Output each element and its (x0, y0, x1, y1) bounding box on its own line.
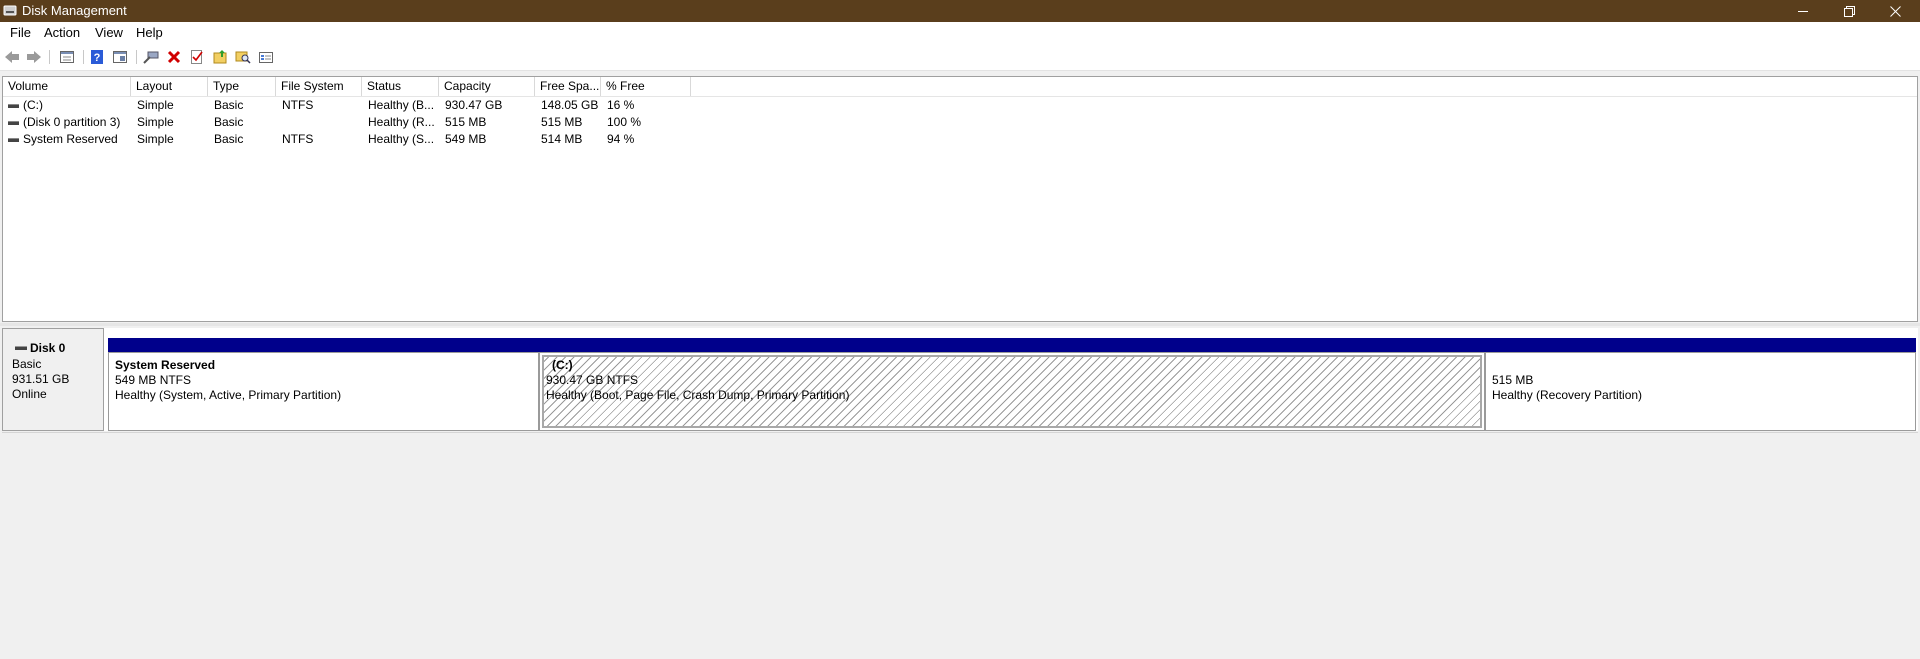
cell-capacity: 515 MB (445, 115, 487, 129)
column-header-percent-free[interactable]: % Free (601, 77, 691, 96)
column-header-type[interactable]: Type (208, 77, 276, 96)
partition-header-bar (1485, 338, 1916, 352)
forward-icon[interactable] (26, 49, 42, 65)
list-view-icon[interactable] (59, 49, 75, 65)
cell-type: Basic (214, 115, 244, 129)
toolbar-separator (136, 50, 137, 64)
cell-capacity: 549 MB (445, 132, 487, 146)
properties-icon[interactable] (112, 49, 128, 65)
toolbar: ? (0, 44, 1920, 71)
disk-graphical-view: Disk 0 Basic 931.51 GB Online System Res… (2, 328, 1918, 431)
cell-file-system: NTFS (282, 98, 314, 112)
cell-layout: Simple (137, 132, 174, 146)
disk-0-label[interactable]: Disk 0 Basic 931.51 GB Online (2, 328, 104, 431)
cell-status: Healthy (B... (368, 98, 435, 112)
partition-title: System Reserved (115, 358, 216, 372)
volume-list-header: Volume Layout Type File System Status Ca… (3, 77, 1917, 97)
menu-action[interactable]: Action (44, 26, 80, 40)
disk-name: Disk 0 (30, 341, 66, 355)
partition-system-reserved[interactable]: System Reserved 549 MB NTFS Healthy (Sys… (108, 338, 539, 431)
cell-status: Healthy (S... (368, 132, 435, 146)
check-icon[interactable] (189, 49, 205, 65)
window-title: Disk Management (22, 3, 127, 18)
disk-state: Online (12, 387, 47, 401)
cell-file-system (276, 114, 362, 131)
column-header-file-system[interactable]: File System (276, 77, 362, 96)
help-icon[interactable]: ? (89, 49, 105, 65)
disk-type: Basic (12, 357, 42, 371)
toolbar-separator (83, 50, 84, 64)
cell-layout: Simple (137, 115, 174, 129)
settings-panel-icon[interactable] (258, 49, 274, 65)
partition-recovery[interactable]: 515 MB Healthy (Recovery Partition) (1485, 338, 1916, 431)
cell-percent-free: 100 % (607, 115, 642, 129)
partition-size: 515 MB (1492, 373, 1534, 387)
partition-size: 549 MB NTFS (115, 373, 192, 387)
restore-button[interactable] (1826, 0, 1872, 22)
new-folder-icon[interactable] (212, 49, 228, 65)
cell-percent-free: 94 % (607, 132, 635, 146)
partition-c-drive[interactable]: (C:) 930.47 GB NTFS Healthy (Boot, Page … (539, 338, 1485, 431)
toolbar-separator (49, 50, 50, 64)
partition-size: 930.47 GB NTFS (546, 373, 639, 387)
partition-status: Healthy (Recovery Partition) (1492, 388, 1643, 402)
table-row[interactable]: (Disk 0 partition 3) Simple Basic Health… (3, 114, 1917, 131)
menu-bar: File Action View Help (0, 22, 1920, 44)
delete-icon[interactable] (166, 49, 182, 65)
partition-header-bar (108, 338, 539, 352)
cell-type: Basic (214, 132, 244, 146)
column-header-volume[interactable]: Volume (3, 77, 131, 96)
cell-file-system: NTFS (282, 132, 314, 146)
pane-splitter[interactable] (0, 323, 1920, 326)
cell-layout: Simple (137, 98, 174, 112)
close-button[interactable] (1872, 0, 1918, 22)
menu-view[interactable]: View (95, 26, 123, 40)
disk-size: 931.51 GB (12, 372, 70, 386)
partition-status: Healthy (Boot, Page File, Crash Dump, Pr… (546, 388, 850, 402)
menu-file[interactable]: File (10, 26, 31, 40)
cell-free-space: 515 MB (541, 115, 583, 129)
column-header-capacity[interactable]: Capacity (439, 77, 535, 96)
disk-view-divider (2, 432, 1918, 433)
disk-management-icon (3, 4, 17, 17)
partition-header-bar (539, 338, 1485, 352)
search-folder-icon[interactable] (235, 49, 251, 65)
minimize-button[interactable] (1780, 0, 1826, 22)
column-header-layout[interactable]: Layout (131, 77, 208, 96)
cell-capacity: 930.47 GB (445, 98, 503, 112)
cell-status: Healthy (R... (368, 115, 435, 129)
cell-free-space: 148.05 GB (541, 98, 599, 112)
cell-volume: (C:) (23, 98, 43, 112)
title-bar: Disk Management (0, 0, 1920, 22)
cell-percent-free: 16 % (607, 98, 635, 112)
column-header-free-space[interactable]: Free Spa... (535, 77, 601, 96)
cell-free-space: 514 MB (541, 132, 583, 146)
disk-icon (15, 346, 27, 350)
svg-text:?: ? (94, 52, 101, 64)
connect-icon[interactable] (143, 49, 159, 65)
cell-volume: System Reserved (23, 132, 118, 146)
table-row[interactable]: (C:) Simple Basic NTFS Healthy (B... 930… (3, 97, 1917, 114)
table-row[interactable]: System Reserved Simple Basic NTFS Health… (3, 131, 1917, 148)
volume-list: Volume Layout Type File System Status Ca… (2, 76, 1918, 322)
back-icon[interactable] (4, 49, 20, 65)
cell-type: Basic (214, 98, 244, 112)
partition-title: (C:) (552, 358, 573, 372)
cell-volume: (Disk 0 partition 3) (23, 115, 121, 129)
partition-status: Healthy (System, Active, Primary Partiti… (115, 388, 342, 402)
column-header-status[interactable]: Status (362, 77, 439, 96)
menu-help[interactable]: Help (136, 26, 163, 40)
